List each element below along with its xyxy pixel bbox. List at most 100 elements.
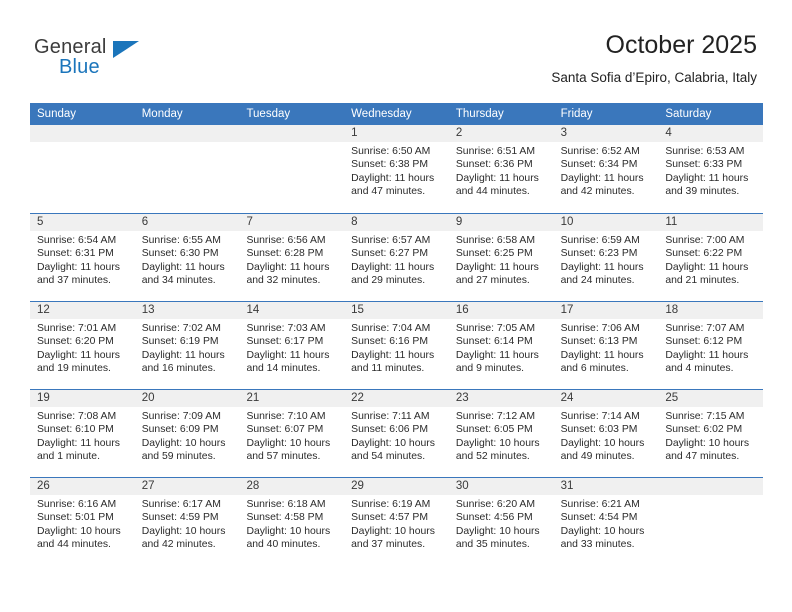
day-details: Sunrise: 6:20 AM Sunset: 4:56 PM Daylight:… bbox=[449, 495, 554, 551]
day-number: 4 bbox=[665, 127, 672, 139]
sunrise-text: Sunrise: 7:15 AM bbox=[665, 411, 745, 422]
day-cell[interactable]: 12 Sunrise: 7:01 AM Sunset: 6:20 PM Dayligh… bbox=[30, 302, 135, 389]
day-number-band: 31 bbox=[553, 478, 659, 495]
day-number-band: 21 bbox=[239, 390, 345, 407]
daylight-text: Daylight: 11 hours bbox=[246, 261, 330, 273]
daylight-text: Daylight: 11 hours bbox=[351, 261, 435, 273]
day-cell-empty bbox=[30, 125, 135, 213]
day-cell[interactable]: 17 Sunrise: 7:06 AM Sunset: 6:13 PM Dayligh… bbox=[553, 302, 659, 389]
day-cell[interactable]: 10 Sunrise: 6:59 AM Sunset: 6:23 PM Dayligh… bbox=[553, 214, 659, 301]
day-cell[interactable]: 28 Sunrise: 6:18 AM Sunset: 4:58 PM Dayligh… bbox=[239, 478, 345, 565]
sunrise-text: Sunrise: 6:53 AM bbox=[665, 146, 745, 157]
day-cell[interactable]: 25 Sunrise: 7:15 AM Sunset: 6:02 PM Dayligh… bbox=[658, 390, 764, 477]
daylight-text-cont: and 6 minutes. bbox=[560, 362, 629, 374]
day-cell[interactable]: 27 Sunrise: 6:17 AM Sunset: 4:59 PM Dayligh… bbox=[134, 478, 240, 565]
day-cell[interactable]: 3 Sunrise: 6:52 AM Sunset: 6:34 PM Daylight… bbox=[553, 125, 659, 213]
general-blue-logo[interactable]: General Blue bbox=[34, 36, 154, 82]
day-cell[interactable]: 31 Sunrise: 6:21 AM Sunset: 4:54 PM Dayligh… bbox=[553, 478, 659, 565]
day-cell[interactable]: 18 Sunrise: 7:07 AM Sunset: 6:12 PM Dayligh… bbox=[658, 302, 764, 389]
week-row: 26 Sunrise: 6:16 AM Sunset: 5:01 PM Dayligh… bbox=[30, 477, 764, 565]
day-details: Sunrise: 7:15 AM Sunset: 6:02 PM Daylight:… bbox=[658, 407, 763, 463]
day-number: 31 bbox=[560, 480, 574, 492]
day-cell[interactable]: 20 Sunrise: 7:09 AM Sunset: 6:09 PM Dayligh… bbox=[134, 390, 240, 477]
daylight-text: Daylight: 11 hours bbox=[560, 172, 644, 184]
day-number: 20 bbox=[141, 392, 155, 404]
day-number-band: 28 bbox=[239, 478, 345, 495]
sunrise-text: Sunrise: 7:10 AM bbox=[246, 411, 326, 422]
week-row: 19 Sunrise: 7:08 AM Sunset: 6:10 PM Dayligh… bbox=[30, 389, 764, 477]
day-details: Sunrise: 7:00 AM Sunset: 6:22 PM Daylight:… bbox=[658, 231, 763, 287]
day-cell[interactable]: 23 Sunrise: 7:12 AM Sunset: 6:05 PM Dayligh… bbox=[448, 390, 554, 477]
day-number: 12 bbox=[37, 304, 50, 316]
day-number-band: 23 bbox=[448, 390, 554, 407]
sunrise-text: Sunrise: 6:52 AM bbox=[560, 146, 640, 157]
day-number: 5 bbox=[37, 216, 44, 228]
day-cell[interactable]: 5 Sunrise: 6:54 AM Sunset: 6:31 PM Daylight… bbox=[30, 214, 135, 301]
day-cell-empty bbox=[239, 125, 345, 213]
sunrise-text: Sunrise: 7:02 AM bbox=[141, 323, 221, 334]
daylight-text-cont: and 4 minutes. bbox=[665, 362, 734, 374]
day-cell[interactable]: 14 Sunrise: 7:03 AM Sunset: 6:17 PM Dayligh… bbox=[239, 302, 345, 389]
daylight-text: Daylight: 11 hours bbox=[37, 349, 120, 361]
weekday-saturday: Saturday bbox=[665, 108, 712, 120]
day-cell[interactable]: 11 Sunrise: 7:00 AM Sunset: 6:22 PM Dayligh… bbox=[658, 214, 764, 301]
day-number-band: 19 bbox=[30, 390, 135, 407]
sunrise-text: Sunrise: 7:06 AM bbox=[560, 323, 640, 334]
day-number-band: 25 bbox=[658, 390, 764, 407]
sunset-text: Sunset: 6:10 PM bbox=[37, 424, 114, 436]
day-details bbox=[135, 142, 240, 145]
sunrise-text: Sunrise: 7:12 AM bbox=[455, 411, 536, 422]
day-details: Sunrise: 7:14 AM Sunset: 6:03 PM Daylight:… bbox=[554, 407, 659, 463]
daylight-text-cont: and 1 minute. bbox=[37, 450, 100, 462]
day-cell[interactable]: 19 Sunrise: 7:08 AM Sunset: 6:10 PM Dayligh… bbox=[30, 390, 135, 477]
day-cell[interactable]: 24 Sunrise: 7:14 AM Sunset: 6:03 PM Dayligh… bbox=[553, 390, 659, 477]
sunset-text: Sunset: 6:36 PM bbox=[455, 159, 533, 171]
day-cell[interactable]: 22 Sunrise: 7:11 AM Sunset: 6:06 PM Dayligh… bbox=[344, 390, 449, 477]
sunset-text: Sunset: 6:12 PM bbox=[665, 336, 743, 348]
daylight-text: Daylight: 10 hours bbox=[351, 525, 435, 537]
daylight-text-cont: and 11 minutes. bbox=[351, 362, 425, 374]
sunrise-text: Sunrise: 6:16 AM bbox=[37, 499, 117, 510]
weekday-sunday: Sunday bbox=[37, 108, 77, 120]
daylight-text: Daylight: 10 hours bbox=[455, 437, 540, 449]
sunrise-text: Sunrise: 6:57 AM bbox=[351, 235, 431, 246]
day-number: 1 bbox=[351, 127, 358, 139]
day-details: Sunrise: 7:02 AM Sunset: 6:19 PM Daylight:… bbox=[135, 319, 240, 375]
day-number-band: 22 bbox=[344, 390, 449, 407]
day-number: 3 bbox=[560, 127, 567, 139]
day-cell[interactable]: 30 Sunrise: 6:20 AM Sunset: 4:56 PM Dayligh… bbox=[448, 478, 554, 565]
day-number-band: 2 bbox=[448, 125, 554, 142]
day-details: Sunrise: 7:01 AM Sunset: 6:20 PM Daylight:… bbox=[30, 319, 135, 375]
sunrise-text: Sunrise: 6:18 AM bbox=[246, 499, 326, 510]
daylight-text: Daylight: 11 hours bbox=[37, 437, 120, 449]
daylight-text: Daylight: 10 hours bbox=[37, 525, 121, 537]
day-cell[interactable]: 1 Sunrise: 6:50 AM Sunset: 6:38 PM Daylight… bbox=[344, 125, 449, 213]
day-number-band: 9 bbox=[448, 214, 554, 231]
day-cell[interactable]: 13 Sunrise: 7:02 AM Sunset: 6:19 PM Dayligh… bbox=[134, 302, 240, 389]
day-cell[interactable]: 15 Sunrise: 7:04 AM Sunset: 6:16 PM Dayligh… bbox=[344, 302, 449, 389]
daylight-text-cont: and 57 minutes. bbox=[246, 450, 321, 462]
day-number: 28 bbox=[246, 480, 260, 492]
daylight-text: Daylight: 11 hours bbox=[665, 172, 749, 184]
day-cell[interactable]: 6 Sunrise: 6:55 AM Sunset: 6:30 PM Daylight… bbox=[134, 214, 240, 301]
day-cell[interactable]: 21 Sunrise: 7:10 AM Sunset: 6:07 PM Dayligh… bbox=[239, 390, 345, 477]
day-number-band bbox=[134, 125, 240, 142]
day-cell[interactable]: 8 Sunrise: 6:57 AM Sunset: 6:27 PM Daylight… bbox=[344, 214, 449, 301]
day-details: Sunrise: 7:07 AM Sunset: 6:12 PM Daylight:… bbox=[658, 319, 763, 375]
day-cell[interactable]: 16 Sunrise: 7:05 AM Sunset: 6:14 PM Dayligh… bbox=[448, 302, 554, 389]
sunrise-text: Sunrise: 6:20 AM bbox=[455, 499, 536, 510]
sunrise-text: Sunrise: 6:55 AM bbox=[141, 235, 221, 246]
day-cell[interactable]: 9 Sunrise: 6:58 AM Sunset: 6:25 PM Daylight… bbox=[448, 214, 554, 301]
sunset-text: Sunset: 6:03 PM bbox=[560, 424, 638, 436]
day-number-band: 16 bbox=[448, 302, 554, 319]
day-cell[interactable]: 29 Sunrise: 6:19 AM Sunset: 4:57 PM Dayligh… bbox=[344, 478, 449, 565]
day-cell[interactable]: 7 Sunrise: 6:56 AM Sunset: 6:28 PM Daylight… bbox=[239, 214, 345, 301]
day-cell[interactable]: 4 Sunrise: 6:53 AM Sunset: 6:33 PM Daylight… bbox=[658, 125, 764, 213]
day-number: 11 bbox=[665, 216, 678, 228]
day-details: Sunrise: 7:10 AM Sunset: 6:07 PM Daylight:… bbox=[239, 407, 344, 463]
sunset-text: Sunset: 6:02 PM bbox=[665, 424, 743, 436]
weekday-tuesday: Tuesday bbox=[246, 108, 291, 120]
day-details: Sunrise: 7:06 AM Sunset: 6:13 PM Daylight:… bbox=[554, 319, 659, 375]
day-cell[interactable]: 26 Sunrise: 6:16 AM Sunset: 5:01 PM Dayligh… bbox=[30, 478, 135, 565]
day-cell[interactable]: 2 Sunrise: 6:51 AM Sunset: 6:36 PM Daylight… bbox=[448, 125, 554, 213]
